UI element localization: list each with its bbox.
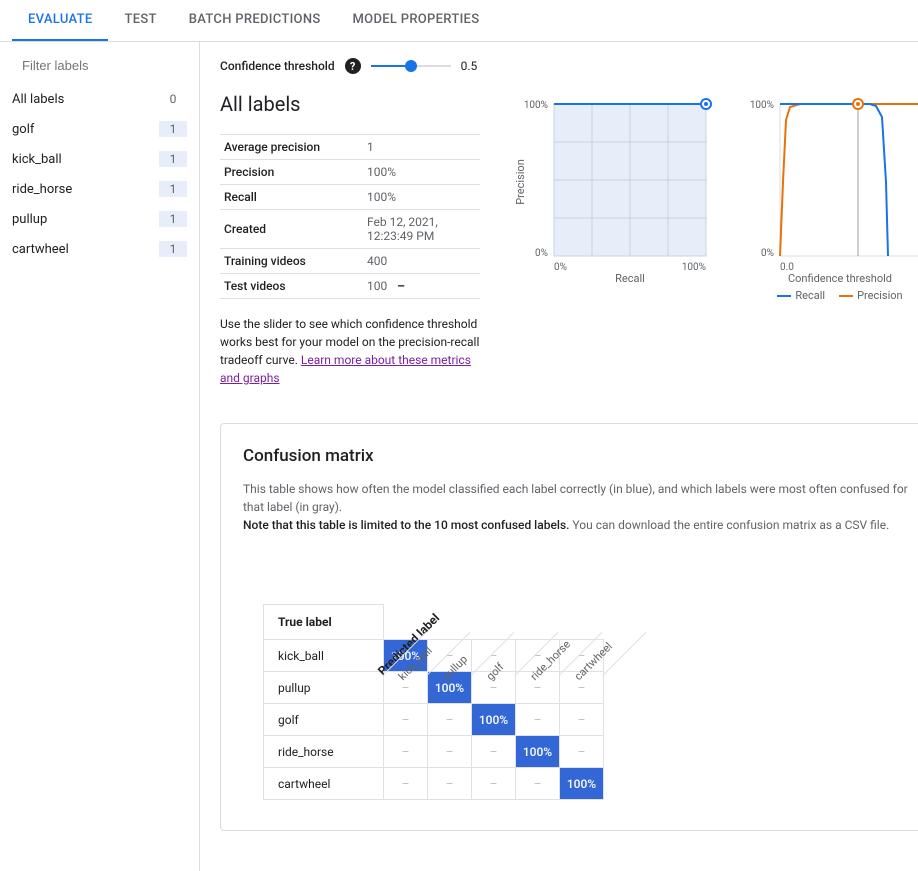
label-count: 1 [159, 151, 187, 167]
threshold-slider[interactable] [371, 59, 451, 73]
ct-xlabel: Confidence threshold [740, 272, 918, 285]
cm-cell: – [428, 768, 472, 800]
metric-key: Test videos [220, 274, 363, 299]
metric-key: Average precision [220, 135, 363, 160]
cm-row-label: cartwheel [264, 768, 384, 800]
label-text: cartwheel [12, 242, 69, 257]
cm-cell: 100% [472, 704, 516, 736]
metric-val: 100% [363, 160, 480, 185]
page-title: All labels [220, 92, 480, 116]
help-icon[interactable]: ? [345, 58, 361, 74]
sidebar: All labels 0 golf1kick_ball1ride_horse1p… [0, 42, 200, 871]
precision-recall-chart: 100% 0% 0% 100% Precision Recall [510, 92, 710, 282]
tab-evaluate[interactable]: EVALUATE [12, 0, 108, 41]
svg-text:Recall: Recall [615, 272, 645, 282]
sidebar-item[interactable]: pullup 1 [0, 204, 199, 234]
cm-cell: – [472, 768, 516, 800]
content: Confidence threshold ? 0.5 All labels Av… [200, 42, 918, 871]
svg-text:Precision: Precision [514, 159, 527, 205]
cm-cell: 100% [560, 768, 604, 800]
cm-cell: – [384, 768, 428, 800]
metric-val: 1 [363, 135, 480, 160]
svg-text:0%: 0% [761, 248, 774, 259]
hint-text: Use the slider to see which confidence t… [220, 315, 480, 387]
svg-text:0.0: 0.0 [780, 262, 794, 272]
label-count: 0 [159, 91, 187, 107]
label-text: ride_horse [12, 182, 72, 197]
cm-cell: 100% [516, 736, 560, 768]
label-text: golf [12, 122, 34, 137]
threshold-label: Confidence threshold [220, 59, 335, 73]
metric-val: 100% [363, 185, 480, 210]
label-text: All labels [12, 92, 64, 107]
confidence-threshold-chart: 100% 0% 0.0 1.0 Confidence threshold Rec… [740, 92, 918, 302]
cm-cell: – [516, 768, 560, 800]
svg-text:0%: 0% [535, 248, 548, 259]
sidebar-item[interactable]: ride_horse 1 [0, 174, 199, 204]
label-text: pullup [12, 212, 47, 227]
confusion-description: This table shows how often the model cla… [243, 480, 917, 534]
filter-row [0, 50, 199, 84]
cm-cell: – [384, 736, 428, 768]
cm-cell: – [560, 704, 604, 736]
chart-legend: Recall Precision [740, 289, 918, 302]
label-count: 1 [159, 121, 187, 137]
cm-cell: – [384, 704, 428, 736]
metric-val: 100– [363, 274, 480, 299]
label-count: 1 [159, 241, 187, 257]
collapse-icon[interactable]: – [397, 279, 405, 293]
confusion-matrix-table: True labelkick_ball100%––––pullup–100%––… [263, 604, 604, 800]
true-label-header: True label [264, 605, 384, 640]
svg-text:100%: 100% [524, 100, 548, 111]
cm-cell: – [428, 736, 472, 768]
tab-bar: EVALUATE TEST BATCH PREDICTIONS MODEL PR… [0, 0, 918, 42]
tab-model-properties[interactable]: MODEL PROPERTIES [337, 0, 496, 41]
label-count: 1 [159, 211, 187, 227]
cm-cell: – [560, 736, 604, 768]
metric-val: 400 [363, 249, 480, 274]
cm-row-label: golf [264, 704, 384, 736]
tab-test[interactable]: TEST [108, 0, 172, 41]
filter-labels-input[interactable] [22, 58, 198, 73]
sidebar-item[interactable]: golf 1 [0, 114, 199, 144]
metric-key: Recall [220, 185, 363, 210]
metric-key: Precision [220, 160, 363, 185]
metric-key: Training videos [220, 249, 363, 274]
sidebar-item[interactable]: cartwheel 1 [0, 234, 199, 264]
cm-row-label: pullup [264, 672, 384, 704]
metrics-table: Average precision1 Precision100% Recall1… [220, 134, 480, 299]
sidebar-item-all-labels[interactable]: All labels 0 [0, 84, 199, 114]
confusion-matrix-card: Confusion matrix This table shows how of… [220, 423, 918, 831]
cm-row-label: kick_ball [264, 640, 384, 672]
threshold-row: Confidence threshold ? 0.5 [220, 58, 918, 74]
threshold-value: 0.5 [461, 59, 478, 73]
cm-row-label: ride_horse [264, 736, 384, 768]
cm-cell: – [428, 704, 472, 736]
label-text: kick_ball [12, 152, 62, 167]
confusion-title: Confusion matrix [243, 446, 917, 466]
cm-cell: – [472, 736, 516, 768]
metric-val: Feb 12, 2021, 12:23:49 PM [363, 210, 480, 249]
label-count: 1 [159, 181, 187, 197]
svg-text:100%: 100% [682, 262, 706, 273]
cm-cell: – [516, 704, 560, 736]
sidebar-item[interactable]: kick_ball 1 [0, 144, 199, 174]
tab-batch-predictions[interactable]: BATCH PREDICTIONS [173, 0, 337, 41]
svg-text:0%: 0% [554, 262, 567, 273]
metric-key: Created [220, 210, 363, 249]
svg-text:100%: 100% [750, 100, 774, 111]
